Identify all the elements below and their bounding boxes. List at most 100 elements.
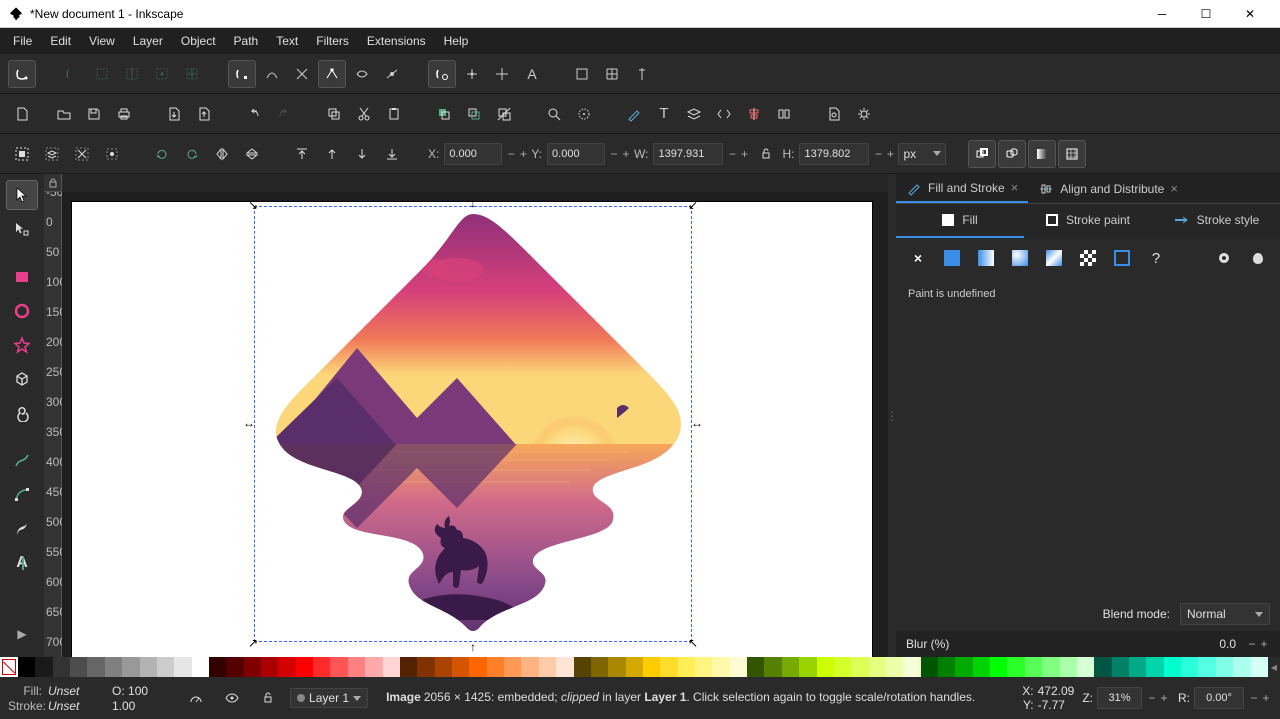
- flip-horizontal-button[interactable]: [208, 140, 236, 168]
- fill-none-button[interactable]: ×: [908, 248, 928, 268]
- palette-swatch[interactable]: [330, 657, 347, 677]
- palette-swatch[interactable]: [348, 657, 365, 677]
- window-close-button[interactable]: ✕: [1228, 0, 1272, 28]
- palette-swatch[interactable]: [591, 657, 608, 677]
- raise-top-button[interactable]: [288, 140, 316, 168]
- status-fill-value[interactable]: Unset: [48, 684, 90, 698]
- palette-swatch[interactable]: [817, 657, 834, 677]
- copy-button[interactable]: [320, 100, 348, 128]
- document-properties-button[interactable]: [820, 100, 848, 128]
- status-stroke-width[interactable]: 1.00: [112, 699, 135, 713]
- fill-pattern-button[interactable]: [1078, 248, 1098, 268]
- close-tab-fill-stroke[interactable]: ×: [1011, 180, 1019, 195]
- fill-hole-button[interactable]: [1214, 248, 1234, 268]
- export-button[interactable]: [190, 100, 218, 128]
- raise-button[interactable]: [318, 140, 346, 168]
- menu-edit[interactable]: Edit: [41, 30, 80, 52]
- palette-swatch[interactable]: [608, 657, 625, 677]
- palette-swatch[interactable]: [105, 657, 122, 677]
- calligraphy-tool[interactable]: [6, 514, 38, 544]
- palette-swatch[interactable]: [782, 657, 799, 677]
- palette-no-fill[interactable]: [0, 657, 18, 677]
- palette-swatch[interactable]: [1112, 657, 1129, 677]
- palette-swatch[interactable]: [1129, 657, 1146, 677]
- palette-swatch[interactable]: [226, 657, 243, 677]
- y-spinner[interactable]: −+: [608, 147, 632, 161]
- menu-view[interactable]: View: [80, 30, 124, 52]
- selection-handle-sw[interactable]: ↗: [248, 638, 258, 648]
- palette-swatch[interactable]: [1060, 657, 1077, 677]
- flip-vertical-button[interactable]: [238, 140, 266, 168]
- blend-mode-select[interactable]: Normal: [1180, 603, 1270, 625]
- snap-bbox-center-button[interactable]: [178, 60, 206, 88]
- transform-corners-button[interactable]: [998, 140, 1026, 168]
- palette-swatch[interactable]: [834, 657, 851, 677]
- palette-swatch[interactable]: [1094, 657, 1111, 677]
- units-select[interactable]: px: [898, 143, 946, 165]
- palette-swatch[interactable]: [799, 657, 816, 677]
- selection-box[interactable]: [254, 206, 692, 642]
- snap-toggle-button[interactable]: [8, 60, 36, 88]
- y-input[interactable]: [547, 143, 605, 165]
- palette-swatch[interactable]: [955, 657, 972, 677]
- cut-button[interactable]: [350, 100, 378, 128]
- layer-visibility-button[interactable]: [218, 684, 246, 712]
- palette-swatch[interactable]: [192, 657, 209, 677]
- palette-swatch[interactable]: [35, 657, 52, 677]
- palette-swatch[interactable]: [539, 657, 556, 677]
- layer-lock-button[interactable]: [254, 684, 282, 712]
- palette-swatch[interactable]: [70, 657, 87, 677]
- deselect-button[interactable]: [68, 140, 96, 168]
- zoom-spinner[interactable]: −+: [1146, 691, 1170, 705]
- selection-handle-nw[interactable]: ↘: [248, 200, 258, 210]
- palette-swatch[interactable]: [1233, 657, 1250, 677]
- snap-bbox-edge-button[interactable]: [118, 60, 146, 88]
- expand-tools-button[interactable]: ▶: [6, 619, 38, 649]
- selection-handle-ne[interactable]: ↙: [688, 200, 698, 210]
- palette-swatch[interactable]: [487, 657, 504, 677]
- fill-solid-button[interactable]: [1248, 248, 1268, 268]
- rotation-input[interactable]: [1194, 687, 1244, 709]
- palette-swatch[interactable]: [730, 657, 747, 677]
- palette-swatch[interactable]: [296, 657, 313, 677]
- new-document-button[interactable]: [8, 100, 36, 128]
- text-tool[interactable]: A: [6, 548, 38, 578]
- select-all-button[interactable]: [8, 140, 36, 168]
- tab-align-distribute[interactable]: Align and Distribute ×: [1028, 174, 1188, 203]
- palette-swatch[interactable]: [1077, 657, 1094, 677]
- palette-swatch[interactable]: [278, 657, 295, 677]
- palette-swatch[interactable]: [747, 657, 764, 677]
- node-tool[interactable]: [6, 214, 38, 244]
- zoom-selection-button[interactable]: [540, 100, 568, 128]
- subtab-fill[interactable]: Fill: [896, 204, 1024, 238]
- snap-bbox-button[interactable]: [58, 60, 86, 88]
- selection-handle-n[interactable]: ↓: [468, 198, 478, 208]
- palette-swatch[interactable]: [869, 657, 886, 677]
- palette-swatch[interactable]: [712, 657, 729, 677]
- snap-text-baseline-button[interactable]: A: [518, 60, 546, 88]
- snap-node-cusp-button[interactable]: [318, 60, 346, 88]
- toggle-selection-box-button[interactable]: [98, 140, 126, 168]
- lock-aspect-button[interactable]: [752, 140, 780, 168]
- canvas[interactable]: ↘ ↓ ↙ ↔ ↔ ↗ ↑ ↖: [62, 192, 888, 657]
- tab-fill-stroke[interactable]: Fill and Stroke ×: [896, 174, 1028, 203]
- palette-swatch[interactable]: [140, 657, 157, 677]
- snap-bbox-corner-button[interactable]: [88, 60, 116, 88]
- open-button[interactable]: [50, 100, 78, 128]
- import-button[interactable]: [160, 100, 188, 128]
- palette-swatch[interactable]: [365, 657, 382, 677]
- zoom-input[interactable]: [1097, 687, 1142, 709]
- palette-swatch[interactable]: [973, 657, 990, 677]
- window-maximize-button[interactable]: ☐: [1184, 0, 1228, 28]
- window-minimize-button[interactable]: ─: [1140, 0, 1184, 28]
- x-spinner[interactable]: −+: [505, 147, 529, 161]
- palette-swatch[interactable]: [157, 657, 174, 677]
- menu-extensions[interactable]: Extensions: [358, 30, 435, 52]
- palette-swatch[interactable]: [521, 657, 538, 677]
- palette-swatch[interactable]: [383, 657, 400, 677]
- palette-swatch[interactable]: [851, 657, 868, 677]
- fill-swatch-button[interactable]: [1112, 248, 1132, 268]
- snap-others-toggle[interactable]: [428, 60, 456, 88]
- selection-handle-s[interactable]: ↑: [468, 642, 478, 652]
- palette-swatch[interactable]: [261, 657, 278, 677]
